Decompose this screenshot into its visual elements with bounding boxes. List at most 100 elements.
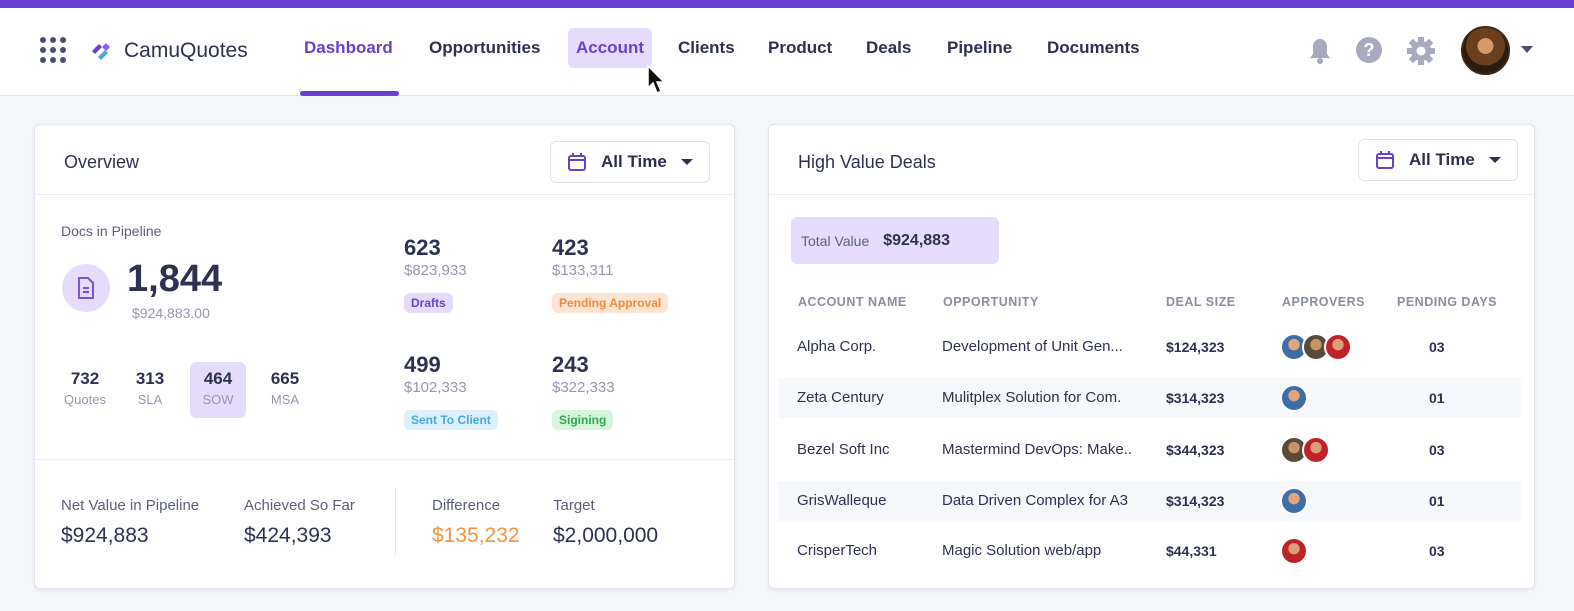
help-icon[interactable]: ? xyxy=(1355,36,1383,64)
top-navbar: CamuQuotes Dashboard Opportunities Accou… xyxy=(0,8,1574,96)
deal-size: $314,323 xyxy=(1166,390,1225,406)
column-header-account[interactable]: ACCOUNT NAME xyxy=(798,295,907,309)
tab-opportunities[interactable]: Opportunities xyxy=(421,28,548,68)
bell-icon[interactable] xyxy=(1307,36,1333,66)
deal-size: $44,331 xyxy=(1166,543,1217,559)
docs-total: 1,844 xyxy=(127,258,223,300)
docs-amount: $924,883.00 xyxy=(132,305,210,321)
doc-type-quotes[interactable]: 732 Quotes xyxy=(57,362,113,418)
account-name: Alpha Corp. xyxy=(797,338,877,355)
approver-avatar[interactable] xyxy=(1302,436,1330,464)
net-value-label: Net Value in Pipeline xyxy=(61,497,200,514)
opportunity-name: Mastermind DevOps: Make.. xyxy=(942,441,1133,458)
column-header-opportunity[interactable]: OPPORTUNITY xyxy=(943,295,1039,309)
signing-amount: $322,333 xyxy=(552,379,615,396)
approvers xyxy=(1280,487,1308,515)
signing-count: 243 xyxy=(552,352,589,377)
overview-range-label: All Time xyxy=(601,152,667,171)
pending-days: 01 xyxy=(1429,390,1445,406)
overview-title: Overview xyxy=(64,152,140,172)
divider xyxy=(769,194,1534,195)
overview-card: Overview All Time xyxy=(34,124,735,589)
opportunity-name: Data Driven Complex for A3 xyxy=(942,492,1128,509)
top-accent-bar xyxy=(0,0,1574,8)
status-badge-pending-approval[interactable]: Pending Approval xyxy=(552,293,669,313)
high-value-title: High Value Deals xyxy=(798,152,936,172)
app-grid-icon[interactable] xyxy=(40,37,66,63)
table-row[interactable]: Zeta Century Mulitplex Solution for Com.… xyxy=(778,378,1521,418)
table-row[interactable]: Alpha Corp. Development of Unit Gen... $… xyxy=(778,327,1521,367)
divider xyxy=(35,194,734,195)
app-logo[interactable]: CamuQuotes xyxy=(88,38,248,64)
pending-days: 03 xyxy=(1429,442,1445,458)
approvers xyxy=(1280,384,1308,412)
doc-type-name: Quotes xyxy=(64,392,106,407)
pending-days: 03 xyxy=(1429,339,1445,355)
table-row[interactable]: Bezel Soft Inc Mastermind DevOps: Make..… xyxy=(778,430,1521,470)
chevron-down-icon xyxy=(680,159,693,165)
doc-type-count: 464 xyxy=(203,369,233,388)
drafts-amount: $823,933 xyxy=(404,262,467,279)
overview-range-dropdown[interactable]: All Time xyxy=(550,141,710,183)
tab-account[interactable]: Account xyxy=(568,28,652,68)
table-row[interactable]: GrisWalleque Data Driven Complex for A3 … xyxy=(778,481,1521,521)
user-avatar[interactable] xyxy=(1461,26,1510,75)
difference-value: $135,232 xyxy=(432,524,520,547)
app-name: CamuQuotes xyxy=(124,39,248,62)
total-value: $924,883 xyxy=(883,231,950,249)
tab-documents[interactable]: Documents xyxy=(1039,28,1148,68)
doc-type-msa[interactable]: 665 MSA xyxy=(257,362,313,418)
tab-deals[interactable]: Deals xyxy=(858,28,919,68)
approvers xyxy=(1280,537,1308,565)
target-label: Target xyxy=(553,497,595,514)
status-badge-drafts[interactable]: Drafts xyxy=(404,293,453,313)
sent-to-client-count: 499 xyxy=(404,352,441,377)
approver-avatar[interactable] xyxy=(1280,537,1308,565)
column-header-pending-days[interactable]: PENDING DAYS xyxy=(1397,295,1497,309)
achieved-value: $424,393 xyxy=(244,524,332,547)
tab-dashboard[interactable]: Dashboard xyxy=(296,28,401,68)
deals-range-dropdown[interactable]: All Time xyxy=(1358,139,1518,181)
column-header-approvers[interactable]: APPROVERS xyxy=(1282,295,1365,309)
table-row[interactable]: CrisperTech Magic Solution web/app $44,3… xyxy=(778,531,1521,571)
total-value-box: Total Value $924,883 xyxy=(791,217,999,264)
opportunity-name: Magic Solution web/app xyxy=(942,542,1102,559)
account-name: GrisWalleque xyxy=(797,492,887,509)
document-icon-circle xyxy=(62,264,110,312)
approver-avatar[interactable] xyxy=(1324,333,1352,361)
tab-pipeline[interactable]: Pipeline xyxy=(939,28,1020,68)
pending-days: 01 xyxy=(1429,493,1445,509)
status-badge-signing[interactable]: Sigining xyxy=(552,410,614,430)
status-badge-sent-to-client[interactable]: Sent To Client xyxy=(404,410,498,430)
drafts-count: 623 xyxy=(404,235,441,260)
mouse-cursor-icon xyxy=(647,64,666,95)
pending-approval-count: 423 xyxy=(552,235,589,260)
deal-size: $344,323 xyxy=(1166,442,1225,458)
total-value-label: Total Value xyxy=(801,232,870,249)
doc-type-count: 313 xyxy=(135,369,165,388)
gear-icon[interactable] xyxy=(1406,36,1436,66)
doc-type-sla[interactable]: 313 SLA xyxy=(122,362,178,418)
approver-avatar[interactable] xyxy=(1280,384,1308,412)
difference-label: Difference xyxy=(432,497,501,514)
calendar-icon xyxy=(1376,151,1394,169)
opportunity-name: Mulitplex Solution for Com. xyxy=(942,389,1122,406)
pending-days: 03 xyxy=(1429,543,1445,559)
chevron-down-icon[interactable] xyxy=(1521,46,1533,53)
approvers xyxy=(1280,333,1352,361)
pending-approval-amount: $133,311 xyxy=(552,262,614,279)
divider xyxy=(35,459,734,460)
column-header-deal-size[interactable]: DEAL SIZE xyxy=(1166,295,1236,309)
svg-text:?: ? xyxy=(1364,40,1375,60)
calendar-icon xyxy=(568,153,586,171)
approver-avatar[interactable] xyxy=(1280,487,1308,515)
doc-type-name: SLA xyxy=(137,392,163,407)
target-value: $2,000,000 xyxy=(553,524,659,547)
sent-to-client-amount: $102,333 xyxy=(404,379,467,396)
account-name: Bezel Soft Inc xyxy=(797,441,890,458)
doc-type-sow[interactable]: 464 SOW xyxy=(190,362,246,418)
tab-product[interactable]: Product xyxy=(760,28,840,68)
opportunity-name: Development of Unit Gen... xyxy=(942,338,1123,355)
docs-in-pipeline-label: Docs in Pipeline xyxy=(61,223,162,239)
tab-clients[interactable]: Clients xyxy=(670,28,743,68)
